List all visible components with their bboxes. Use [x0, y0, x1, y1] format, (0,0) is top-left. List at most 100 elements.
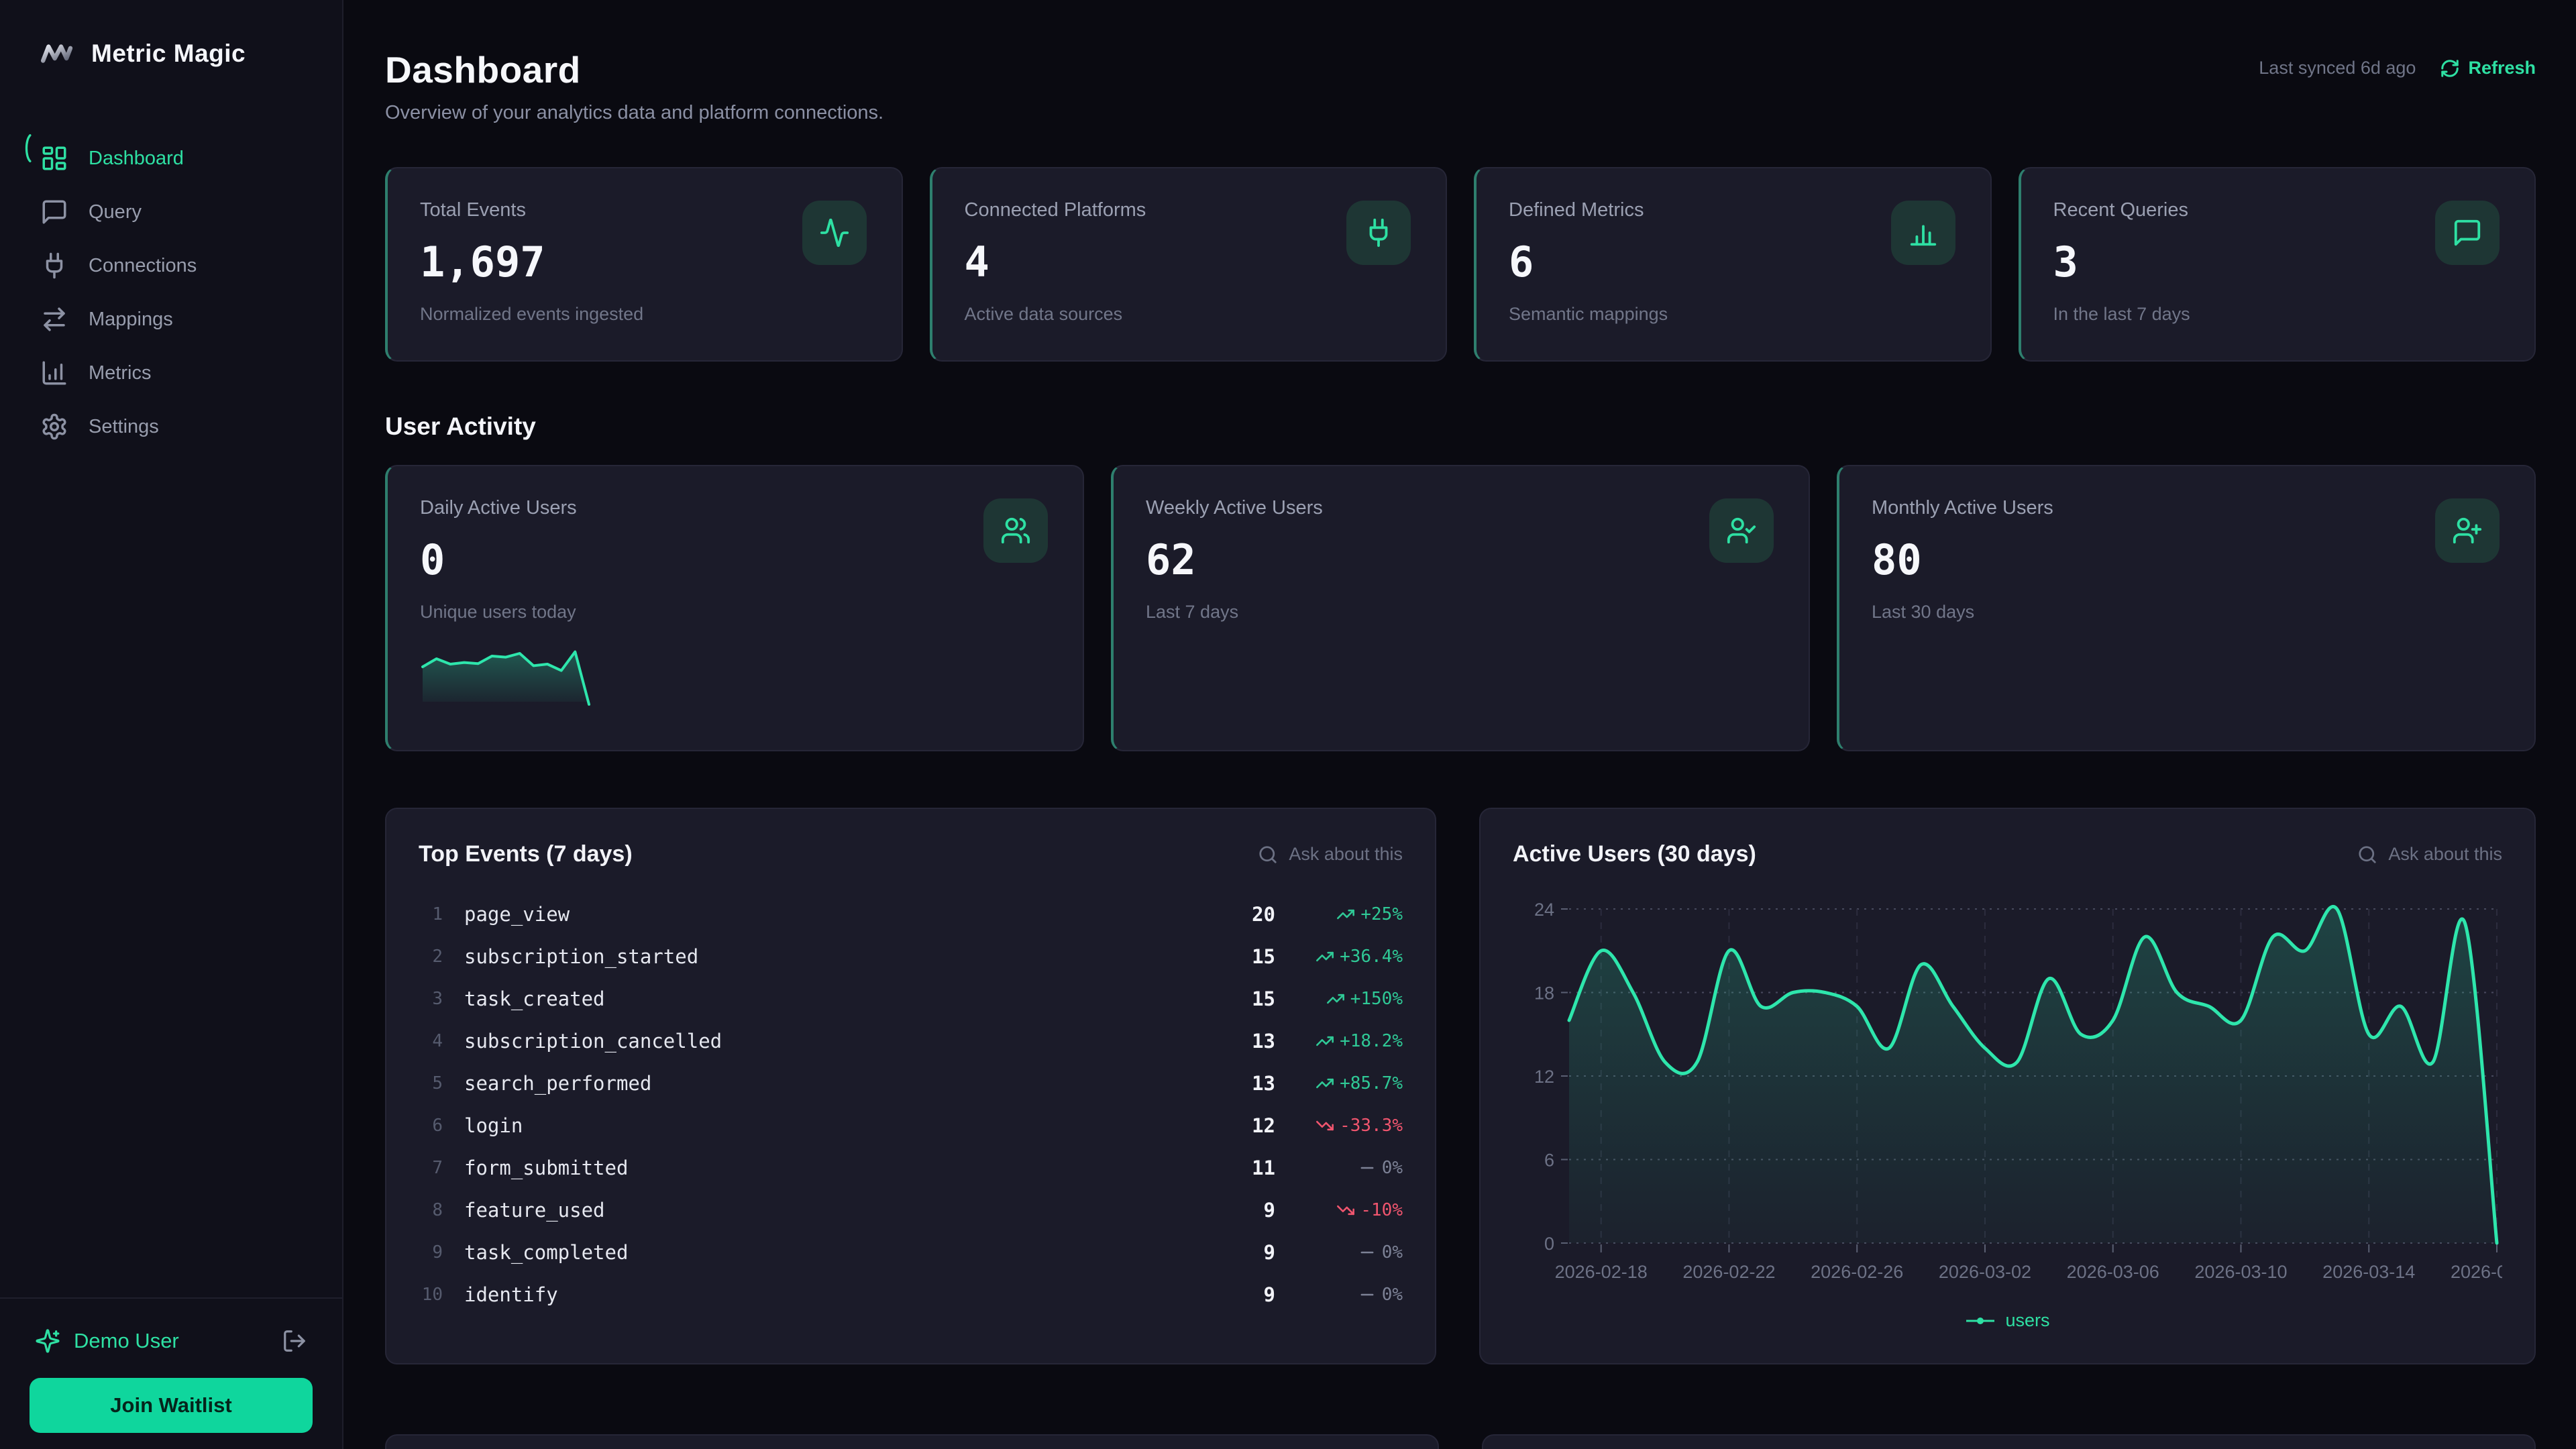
active-users-panel: Active Users (30 days) Ask about this 0 6… — [1479, 808, 2536, 1364]
trend-up-icon — [1336, 905, 1355, 924]
svg-text:2026-02-18: 2026-02-18 — [1555, 1262, 1648, 1282]
join-waitlist-button[interactable]: Join Waitlist — [30, 1378, 313, 1433]
svg-text:18: 18 — [1534, 983, 1554, 1004]
card-value: 62 — [1146, 535, 1776, 584]
event-delta: +150% — [1275, 989, 1403, 1009]
sidebar-item-label: Connections — [89, 255, 197, 277]
card-value: 80 — [1872, 535, 2502, 584]
stat-card-total-events: Total Events 1,697 Normalized events ing… — [385, 167, 903, 362]
stat-sub: Semantic mappings — [1509, 304, 1958, 325]
event-name: page_view — [464, 903, 1208, 926]
page-header: Dashboard Overview of your analytics dat… — [385, 48, 2536, 124]
arrows-right-left-icon — [40, 305, 68, 333]
chart-legend: users — [1513, 1310, 2502, 1331]
ask-about-this-button[interactable]: Ask about this — [1258, 844, 1403, 865]
logout-icon — [282, 1328, 307, 1354]
svg-text:24: 24 — [1534, 900, 1554, 920]
message-icon — [2435, 201, 2500, 265]
ask-about-this-button[interactable]: Ask about this — [2357, 844, 2502, 865]
event-row: 2subscription_started15+36.4% — [419, 935, 1403, 977]
card-label: Monthly Active Users — [1872, 497, 2502, 519]
svg-text:0: 0 — [1544, 1234, 1554, 1254]
svg-text:6: 6 — [1544, 1150, 1554, 1171]
section-title-user-activity: User Activity — [385, 413, 2536, 441]
svg-text:2026-03-06: 2026-03-06 — [2067, 1262, 2159, 1282]
event-rank: 1 — [419, 904, 443, 924]
event-delta: 0% — [1275, 1285, 1403, 1305]
card-monthly-active-users: Monthly Active Users 80 Last 30 days — [1837, 465, 2536, 751]
card-label: Daily Active Users — [420, 497, 1051, 519]
trend-up-icon — [1316, 947, 1334, 966]
event-count: 15 — [1208, 987, 1275, 1010]
sidebar-item-dashboard[interactable]: Dashboard — [0, 131, 342, 185]
stat-card-connected-platforms: Connected Platforms 4 Active data source… — [930, 167, 1448, 362]
event-name: form_submitted — [464, 1157, 1208, 1179]
event-distribution-panel: Event Distribution by Platform — [385, 1434, 1439, 1449]
event-row: 7form_submitted110% — [419, 1146, 1403, 1189]
event-rank: 10 — [419, 1285, 443, 1305]
app-logo: Metric Magic — [0, 0, 342, 72]
sidebar-item-label: Dashboard — [89, 148, 184, 170]
sidebar-item-label: Metrics — [89, 362, 151, 384]
event-delta: +18.2% — [1275, 1031, 1403, 1051]
sidebar-item-label: Settings — [89, 416, 159, 438]
event-count: 12 — [1208, 1114, 1275, 1137]
stats-grid: Total Events 1,697 Normalized events ing… — [385, 167, 2536, 362]
logout-button[interactable] — [282, 1328, 307, 1354]
user-name: Demo User — [74, 1329, 268, 1353]
event-row: 3task_created15+150% — [419, 977, 1403, 1020]
card-label: Weekly Active Users — [1146, 497, 1776, 519]
sidebar-item-settings[interactable]: Settings — [0, 400, 342, 453]
sidebar-footer: Demo User Join Waitlist — [0, 1297, 342, 1449]
sidebar-item-metrics[interactable]: Metrics — [0, 346, 342, 400]
page-title: Dashboard — [385, 48, 883, 91]
svg-text:2026-03-02: 2026-03-02 — [1939, 1262, 2031, 1282]
event-name: identify — [464, 1283, 1208, 1306]
sidebar-item-query[interactable]: Query — [0, 185, 342, 239]
event-rank: 4 — [419, 1031, 443, 1051]
svg-text:12: 12 — [1534, 1067, 1554, 1087]
event-count: 11 — [1208, 1157, 1275, 1179]
event-delta: -33.3% — [1275, 1116, 1403, 1136]
event-rank: 2 — [419, 947, 443, 967]
card-sub: Last 7 days — [1146, 602, 1776, 623]
sidebar-nav: Dashboard Query Connections Mappings Met… — [0, 131, 342, 453]
event-count: 13 — [1208, 1072, 1275, 1095]
daily-users-sparkline — [420, 636, 592, 719]
refresh-icon — [2440, 58, 2460, 78]
event-name: task_created — [464, 987, 1208, 1010]
event-row: 9task_completed90% — [419, 1231, 1403, 1273]
trend-up-icon — [1316, 1032, 1334, 1051]
minus-icon — [1358, 1159, 1377, 1177]
event-row: 6login12-33.3% — [419, 1104, 1403, 1146]
event-count: 20 — [1208, 903, 1275, 926]
event-name: subscription_cancelled — [464, 1030, 1208, 1053]
event-row: 1page_view20+25% — [419, 893, 1403, 935]
event-row: 5search_performed13+85.7% — [419, 1062, 1403, 1104]
event-row: 10identify90% — [419, 1273, 1403, 1316]
bar-chart-icon — [1891, 201, 1955, 265]
gear-icon — [40, 413, 68, 441]
trend-up-icon — [1326, 989, 1345, 1008]
active-indicator — [13, 134, 42, 162]
refresh-button[interactable]: Refresh — [2440, 58, 2536, 78]
svg-text:2026-03-18: 2026-03-18 — [2451, 1262, 2502, 1282]
minus-icon — [1358, 1285, 1377, 1304]
sidebar-item-connections[interactable]: Connections — [0, 239, 342, 292]
trend-up-icon — [1316, 1074, 1334, 1093]
minus-icon — [1358, 1243, 1377, 1262]
panel-title: Active Users (30 days) — [1513, 841, 1756, 867]
event-name: task_completed — [464, 1241, 1208, 1264]
event-name: search_performed — [464, 1072, 1208, 1095]
event-delta: +36.4% — [1275, 947, 1403, 967]
event-delta: 0% — [1275, 1158, 1403, 1178]
svg-text:2026-03-10: 2026-03-10 — [2194, 1262, 2287, 1282]
active-users-line-chart[interactable]: 061218242026-02-182026-02-222026-02-2620… — [1513, 892, 2502, 1294]
sidebar-item-mappings[interactable]: Mappings — [0, 292, 342, 346]
event-name: login — [464, 1114, 1208, 1137]
event-row: 4subscription_cancelled13+18.2% — [419, 1020, 1403, 1062]
message-square-icon — [40, 198, 68, 226]
event-count: 15 — [1208, 945, 1275, 968]
event-rank: 5 — [419, 1073, 443, 1093]
svg-text:2026-02-22: 2026-02-22 — [1682, 1262, 1775, 1282]
